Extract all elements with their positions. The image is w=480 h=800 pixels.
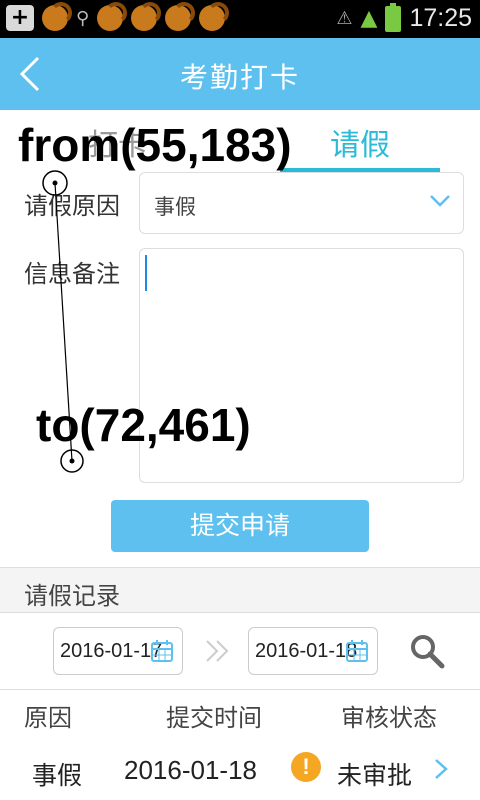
app-header: 考勤打卡 [0, 38, 480, 110]
uc-browser-icon [165, 2, 196, 31]
drag-start-dot [52, 180, 58, 186]
drag-end-marker [60, 449, 84, 473]
start-date-picker[interactable]: 2016-01-17 [53, 627, 183, 675]
calendar-icon [346, 640, 368, 662]
drag-from-label: from(55,183) [18, 119, 292, 171]
signal-off-icon: ⚠ [336, 8, 353, 29]
records-section-header: 请假记录 [0, 567, 480, 613]
system-icons: ⚠ ▲ 17:25 [336, 2, 472, 33]
column-header-status: 审核状态 [341, 704, 437, 732]
tab-leave[interactable]: 请假 [330, 120, 390, 164]
records-title: 请假记录 [24, 582, 120, 610]
wifi-icon: ▲ [360, 6, 378, 31]
uc-browser-icon [199, 2, 230, 31]
warning-icon: ! [291, 752, 321, 782]
page-title: 考勤打卡 [179, 61, 300, 94]
chevron-down-icon [430, 195, 450, 207]
calendar-icon [151, 640, 173, 662]
search-icon: ⚲ [76, 7, 90, 29]
start-date-value: 2016-01-17 [60, 640, 163, 662]
submit-button[interactable]: 提交申请 [111, 500, 369, 552]
reason-label: 请假原因 [24, 192, 120, 220]
chevron-right-icon [435, 759, 448, 779]
text-cursor [145, 255, 147, 291]
uc-browser-icon [131, 2, 162, 31]
reason-value: 事假 [154, 195, 196, 219]
status-time: 17:25 [409, 4, 472, 32]
battery-icon [385, 2, 402, 32]
status-bar: + ⚲ ⚠ ▲ 17:25 [0, 0, 480, 38]
double-chevron-right-icon [206, 640, 229, 662]
row-status: 未审批 [337, 761, 413, 790]
end-date-value: 2016-01-18 [255, 640, 358, 662]
plus-box-icon: + [6, 5, 34, 31]
column-header-reason: 原因 [24, 704, 72, 732]
uc-browser-icon [97, 2, 128, 31]
uc-browser-icon [42, 2, 72, 31]
drag-end-dot [69, 458, 75, 464]
row-reason: 事假 [32, 761, 83, 790]
table-row[interactable]: 事假 2016-01-18 ! 未审批 [0, 742, 480, 800]
drag-to-label: to(72,461) [36, 399, 251, 451]
records-table-header: 原因 提交时间 审核状态 [0, 689, 480, 743]
end-date-picker[interactable]: 2016-01-18 [248, 627, 378, 675]
notification-icons: + ⚲ [6, 2, 230, 31]
row-date: 2016-01-18 [124, 755, 257, 785]
search-button-icon[interactable] [408, 632, 446, 670]
column-header-time: 提交时间 [166, 704, 262, 732]
note-label: 信息备注 [24, 260, 120, 288]
reason-select[interactable]: 事假 [139, 172, 464, 234]
